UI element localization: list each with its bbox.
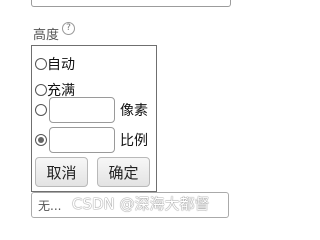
ratio-unit-label: 比例 bbox=[120, 133, 148, 149]
pixels-unit-label: 像素 bbox=[120, 103, 148, 119]
help-icon[interactable]: ? bbox=[62, 22, 76, 35]
radio-ratio[interactable] bbox=[35, 134, 47, 146]
height-label-text: 高度 bbox=[33, 28, 60, 43]
pixels-input[interactable] bbox=[49, 97, 115, 123]
bottom-select-value: 无... bbox=[38, 199, 62, 213]
radio-fill[interactable] bbox=[35, 84, 47, 96]
option-auto-label: 自动 bbox=[47, 57, 75, 73]
option-ratio[interactable]: 比例 bbox=[35, 127, 148, 153]
height-label: 高度 ? bbox=[33, 22, 76, 43]
option-pixels[interactable]: 像素 bbox=[35, 97, 148, 123]
previous-field[interactable] bbox=[31, 0, 231, 7]
cancel-button[interactable]: 取消 bbox=[35, 157, 88, 187]
option-auto[interactable]: 自动 bbox=[35, 54, 75, 74]
ratio-input[interactable] bbox=[49, 127, 115, 153]
confirm-button[interactable]: 确定 bbox=[97, 157, 150, 187]
radio-auto[interactable] bbox=[35, 58, 47, 70]
radio-pixels[interactable] bbox=[35, 104, 47, 116]
height-options-panel: 自动 充满 像素 比例 取消 确定 bbox=[31, 45, 157, 192]
watermark: CSDN @深海大都督 bbox=[72, 195, 210, 213]
